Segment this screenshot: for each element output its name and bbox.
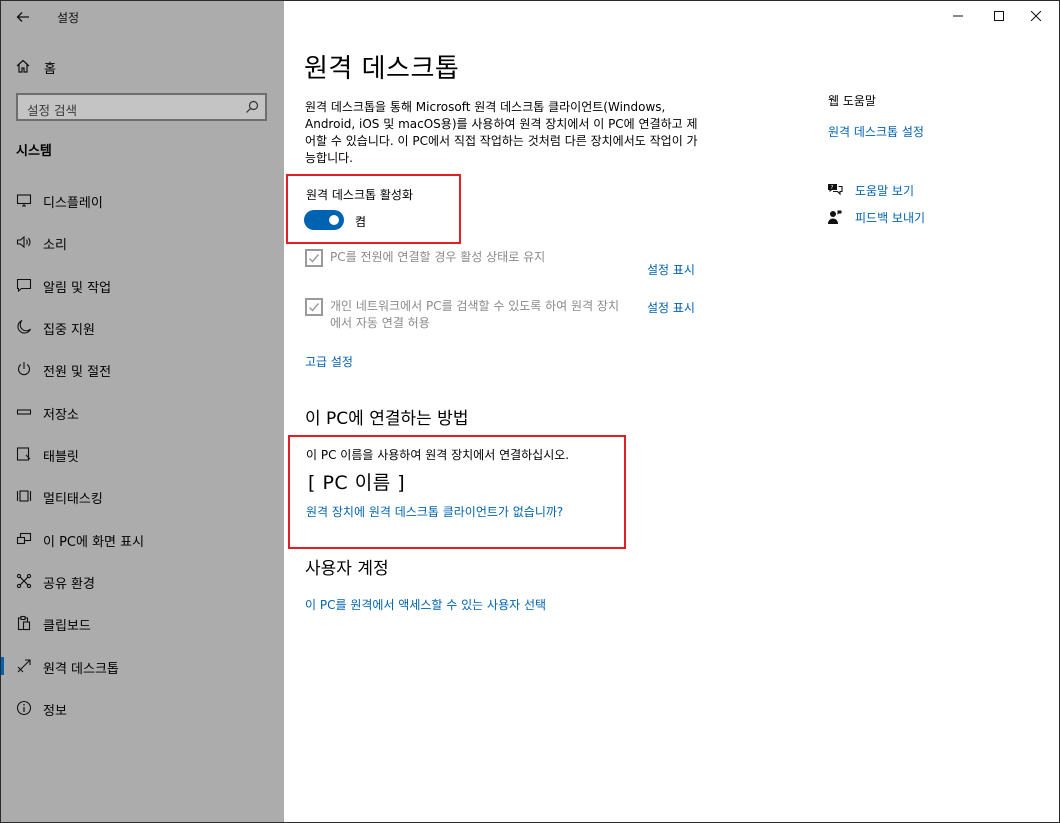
toggle-label: 원격 데스크톱 활성화 (306, 188, 413, 202)
keep-awake-label: PC를 전원에 연결할 경우 활성 상태로 유지 (330, 250, 546, 264)
chat-help-icon: ? (828, 184, 843, 196)
highlight-box-toggle (286, 174, 461, 244)
sidebar-item-label: 디스플레이 (43, 196, 103, 211)
sidebar: 설정 홈 설정 검색 시스템 디스플레이 소리 알림 및 작업 집중 지원 전원… (1, 1, 284, 822)
active-indicator (1, 657, 4, 675)
sidebar-item-label: 태블릿 (43, 450, 79, 465)
show-settings-link-1[interactable]: 설정 표시 (647, 261, 695, 278)
discoverable-checkbox[interactable] (305, 298, 323, 316)
checkmark-icon (309, 303, 320, 312)
page-description: 원격 데스크톱을 통해 Microsoft 원격 데스크톱 클라이언트(Wind… (305, 100, 698, 165)
search-placeholder: 설정 검색 (27, 103, 77, 118)
moon-icon (17, 319, 32, 334)
sidebar-item-storage[interactable]: 저장소 (1, 395, 284, 429)
web-help-title: 웹 도움말 (828, 94, 876, 108)
app-title: 설정 (57, 11, 80, 25)
sidebar-item-notifications[interactable]: 알림 및 작업 (1, 268, 284, 302)
sidebar-item-label: 클립보드 (43, 619, 91, 634)
sidebar-item-label: 원격 데스크톱 (43, 662, 119, 677)
sidebar-item-multitasking[interactable]: 멀티태스킹 (1, 479, 284, 513)
back-button[interactable] (7, 3, 39, 31)
send-feedback-label: 피드백 보내기 (855, 211, 926, 225)
back-arrow-icon (16, 12, 29, 22)
home-icon (16, 59, 30, 73)
sidebar-item-focus-assist[interactable]: 집중 지원 (1, 310, 284, 344)
page-title: 원격 데스크톱 (304, 54, 460, 84)
storage-icon (16, 409, 32, 415)
settings-window: 설정 홈 설정 검색 시스템 디스플레이 소리 알림 및 작업 집중 지원 전원… (0, 0, 1060, 823)
svg-text:?: ? (831, 185, 834, 191)
sidebar-item-label: 공유 환경 (43, 577, 95, 592)
main-content: 원격 데스크톱 원격 데스크톱을 통해 Microsoft 원격 데스크톱 클라… (284, 1, 1059, 822)
speaker-icon (16, 235, 31, 249)
close-button[interactable] (1013, 1, 1059, 31)
send-feedback-link[interactable]: 피드백 보내기 (827, 208, 977, 228)
titlebar-left: 설정 (1, 1, 284, 33)
toggle-state: 켬 (355, 215, 367, 229)
get-help-label: 도움말 보기 (855, 184, 915, 198)
sidebar-item-label: 저장소 (43, 408, 79, 423)
remote-desktop-icon (17, 659, 31, 673)
user-accounts-heading: 사용자 계정 (305, 559, 389, 579)
sidebar-item-label: 정보 (43, 704, 67, 719)
sidebar-item-label: 집중 지원 (43, 323, 95, 338)
get-help-link[interactable]: ? 도움말 보기 (827, 181, 977, 201)
sidebar-section-title: 시스템 (16, 144, 52, 159)
client-missing-link[interactable]: 원격 장치에 원격 데스크톱 클라이언트가 없습니까? (306, 503, 563, 520)
maximize-icon (994, 11, 1004, 21)
close-icon (1031, 11, 1041, 21)
notification-icon (16, 278, 32, 293)
toggle-knob (329, 215, 339, 225)
search-icon (246, 100, 259, 113)
shared-experiences-icon (16, 573, 32, 589)
search-input[interactable]: 설정 검색 (16, 93, 267, 121)
sidebar-home[interactable]: 홈 (1, 51, 284, 81)
sidebar-item-remote-desktop[interactable]: 원격 데스크톱 (1, 649, 284, 683)
multitasking-icon (16, 490, 32, 502)
connect-heading: 이 PC에 연결하는 방법 (305, 409, 469, 429)
minimize-icon (953, 15, 963, 17)
sidebar-item-label: 이 PC에 화면 표시 (43, 535, 145, 550)
sidebar-item-label: 멀티태스킹 (43, 492, 103, 507)
sidebar-item-label: 전원 및 절전 (43, 365, 112, 380)
keep-awake-checkbox[interactable] (305, 249, 323, 267)
sidebar-item-clipboard[interactable]: 클립보드 (1, 606, 284, 640)
sidebar-item-display[interactable]: 디스플레이 (1, 183, 284, 217)
remote-desktop-toggle[interactable] (304, 210, 344, 230)
sidebar-item-about[interactable]: 정보 (1, 691, 284, 725)
show-settings-link-2[interactable]: 설정 표시 (647, 299, 695, 316)
tablet-icon (16, 447, 31, 461)
sidebar-item-shared-experiences[interactable]: 공유 환경 (1, 564, 284, 598)
minimize-button[interactable] (935, 1, 981, 31)
remote-desktop-settings-link[interactable]: 원격 데스크톱 설정 (828, 123, 924, 140)
sidebar-item-label: 소리 (43, 238, 67, 253)
info-icon (16, 700, 32, 716)
home-label: 홈 (44, 62, 56, 77)
sidebar-item-label: 알림 및 작업 (43, 281, 112, 296)
sidebar-item-tablet[interactable]: 태블릿 (1, 437, 284, 471)
select-users-link[interactable]: 이 PC를 원격에서 액세스할 수 있는 사용자 선택 (305, 596, 546, 613)
sidebar-item-power[interactable]: 전원 및 절전 (1, 352, 284, 386)
project-icon (16, 532, 32, 545)
clipboard-icon (17, 615, 31, 631)
power-icon (17, 362, 31, 376)
monitor-icon (16, 194, 32, 207)
connect-instructions: 이 PC 이름을 사용하여 원격 장치에서 연결하십시오. (306, 448, 570, 462)
advanced-settings-link[interactable]: 고급 설정 (305, 353, 353, 370)
sidebar-item-project[interactable]: 이 PC에 화면 표시 (1, 522, 284, 556)
feedback-icon (828, 210, 842, 224)
sidebar-item-sound[interactable]: 소리 (1, 225, 284, 259)
pc-name: [ PC 이름 ] (308, 472, 406, 494)
discoverable-label: 개인 네트워크에서 PC를 검색할 수 있도록 하여 원격 장치에서 자동 연결… (330, 299, 620, 330)
checkmark-icon (309, 254, 320, 263)
